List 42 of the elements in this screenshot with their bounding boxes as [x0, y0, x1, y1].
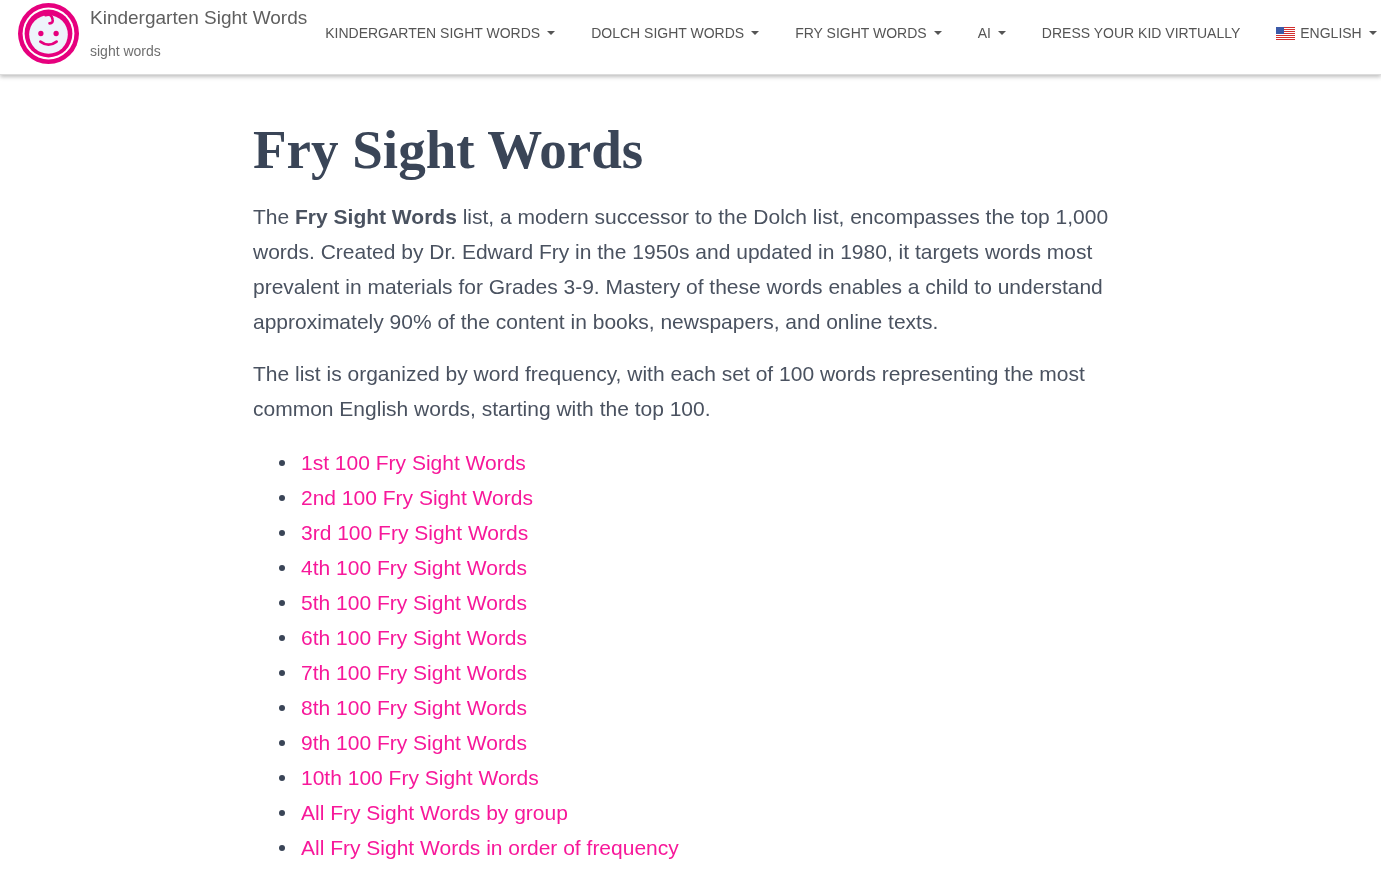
- list-link[interactable]: All Fry Sight Words in order of frequency: [301, 833, 679, 862]
- bullet-icon: [279, 459, 285, 466]
- caret-icon: [547, 31, 556, 35]
- nav-link[interactable]: AI: [959, 0, 1024, 66]
- flag-icon: [1276, 26, 1296, 40]
- bullet-icon: [279, 774, 285, 781]
- baby-face-logo-icon[interactable]: [18, 3, 79, 64]
- list-link[interactable]: 10th 100 Fry Sight Words: [301, 763, 539, 792]
- site-title[interactable]: Kindergarten Sight Words: [90, 6, 308, 30]
- bullet-icon: [279, 844, 285, 851]
- bullet-icon: [279, 739, 285, 746]
- bullet-icon: [279, 704, 285, 711]
- nav-link[interactable]: FRY SIGHT WORDS: [777, 0, 960, 66]
- list-link[interactable]: 1st 100 Fry Sight Words: [301, 448, 526, 477]
- caret-icon: [751, 31, 760, 35]
- nav-link[interactable]: DRESS YOUR KID VIRTUALLY: [1023, 0, 1259, 66]
- list-link[interactable]: 6th 100 Fry Sight Words: [301, 623, 528, 652]
- nav-link[interactable]: KINDERGARTEN SIGHT WORDS: [307, 0, 574, 66]
- caret-icon: [933, 31, 942, 35]
- list-link[interactable]: 2nd 100 Fry Sight Words: [301, 483, 533, 512]
- caret-icon: [1368, 31, 1377, 35]
- bullet-icon: [279, 809, 285, 816]
- list-link[interactable]: 9th 100 Fry Sight Words: [301, 728, 528, 757]
- nav-link[interactable]: DOLCH SIGHT WORDS: [573, 0, 778, 66]
- page-heading: Fry Sight Words: [253, 118, 645, 182]
- bullet-icon: [279, 494, 285, 501]
- list-link[interactable]: All Fry Sight Words by group: [301, 798, 568, 827]
- caret-icon: [997, 31, 1006, 35]
- list-link[interactable]: 7th 100 Fry Sight Words: [301, 658, 528, 687]
- bullet-icon: [279, 634, 285, 641]
- language-menu[interactable]: ENGLISH: [1258, 0, 1381, 66]
- bullet-icon: [279, 564, 285, 571]
- bullet-icon: [279, 599, 285, 606]
- list-link[interactable]: 8th 100 Fry Sight Words: [301, 693, 528, 722]
- list-link[interactable]: 3rd 100 Fry Sight Words: [301, 518, 529, 547]
- intro-paragraph: The Fry Sight Words list, a modern successor to the Dolch list, encompasses the top 1,000 words. Created by Dr. Edward Fry in the 1950s and updated in 1980, it targets words most prevalent in materials for Grades 3-9. Mastery of these words enables a child to understand approximately 90% of the content in books, newspapers, and online texts.: [253, 204, 1110, 335]
- list-link[interactable]: 5th 100 Fry Sight Words: [301, 588, 528, 617]
- list-link[interactable]: 4th 100 Fry Sight Words: [301, 553, 528, 582]
- intro-paragraph: The list is organized by word frequency, with each set of 100 words representing the most common English words, starting with the top 100.: [253, 361, 1086, 422]
- site-tagline: sight words: [90, 42, 162, 60]
- bullet-icon: [279, 529, 285, 536]
- bullet-icon: [279, 669, 285, 676]
